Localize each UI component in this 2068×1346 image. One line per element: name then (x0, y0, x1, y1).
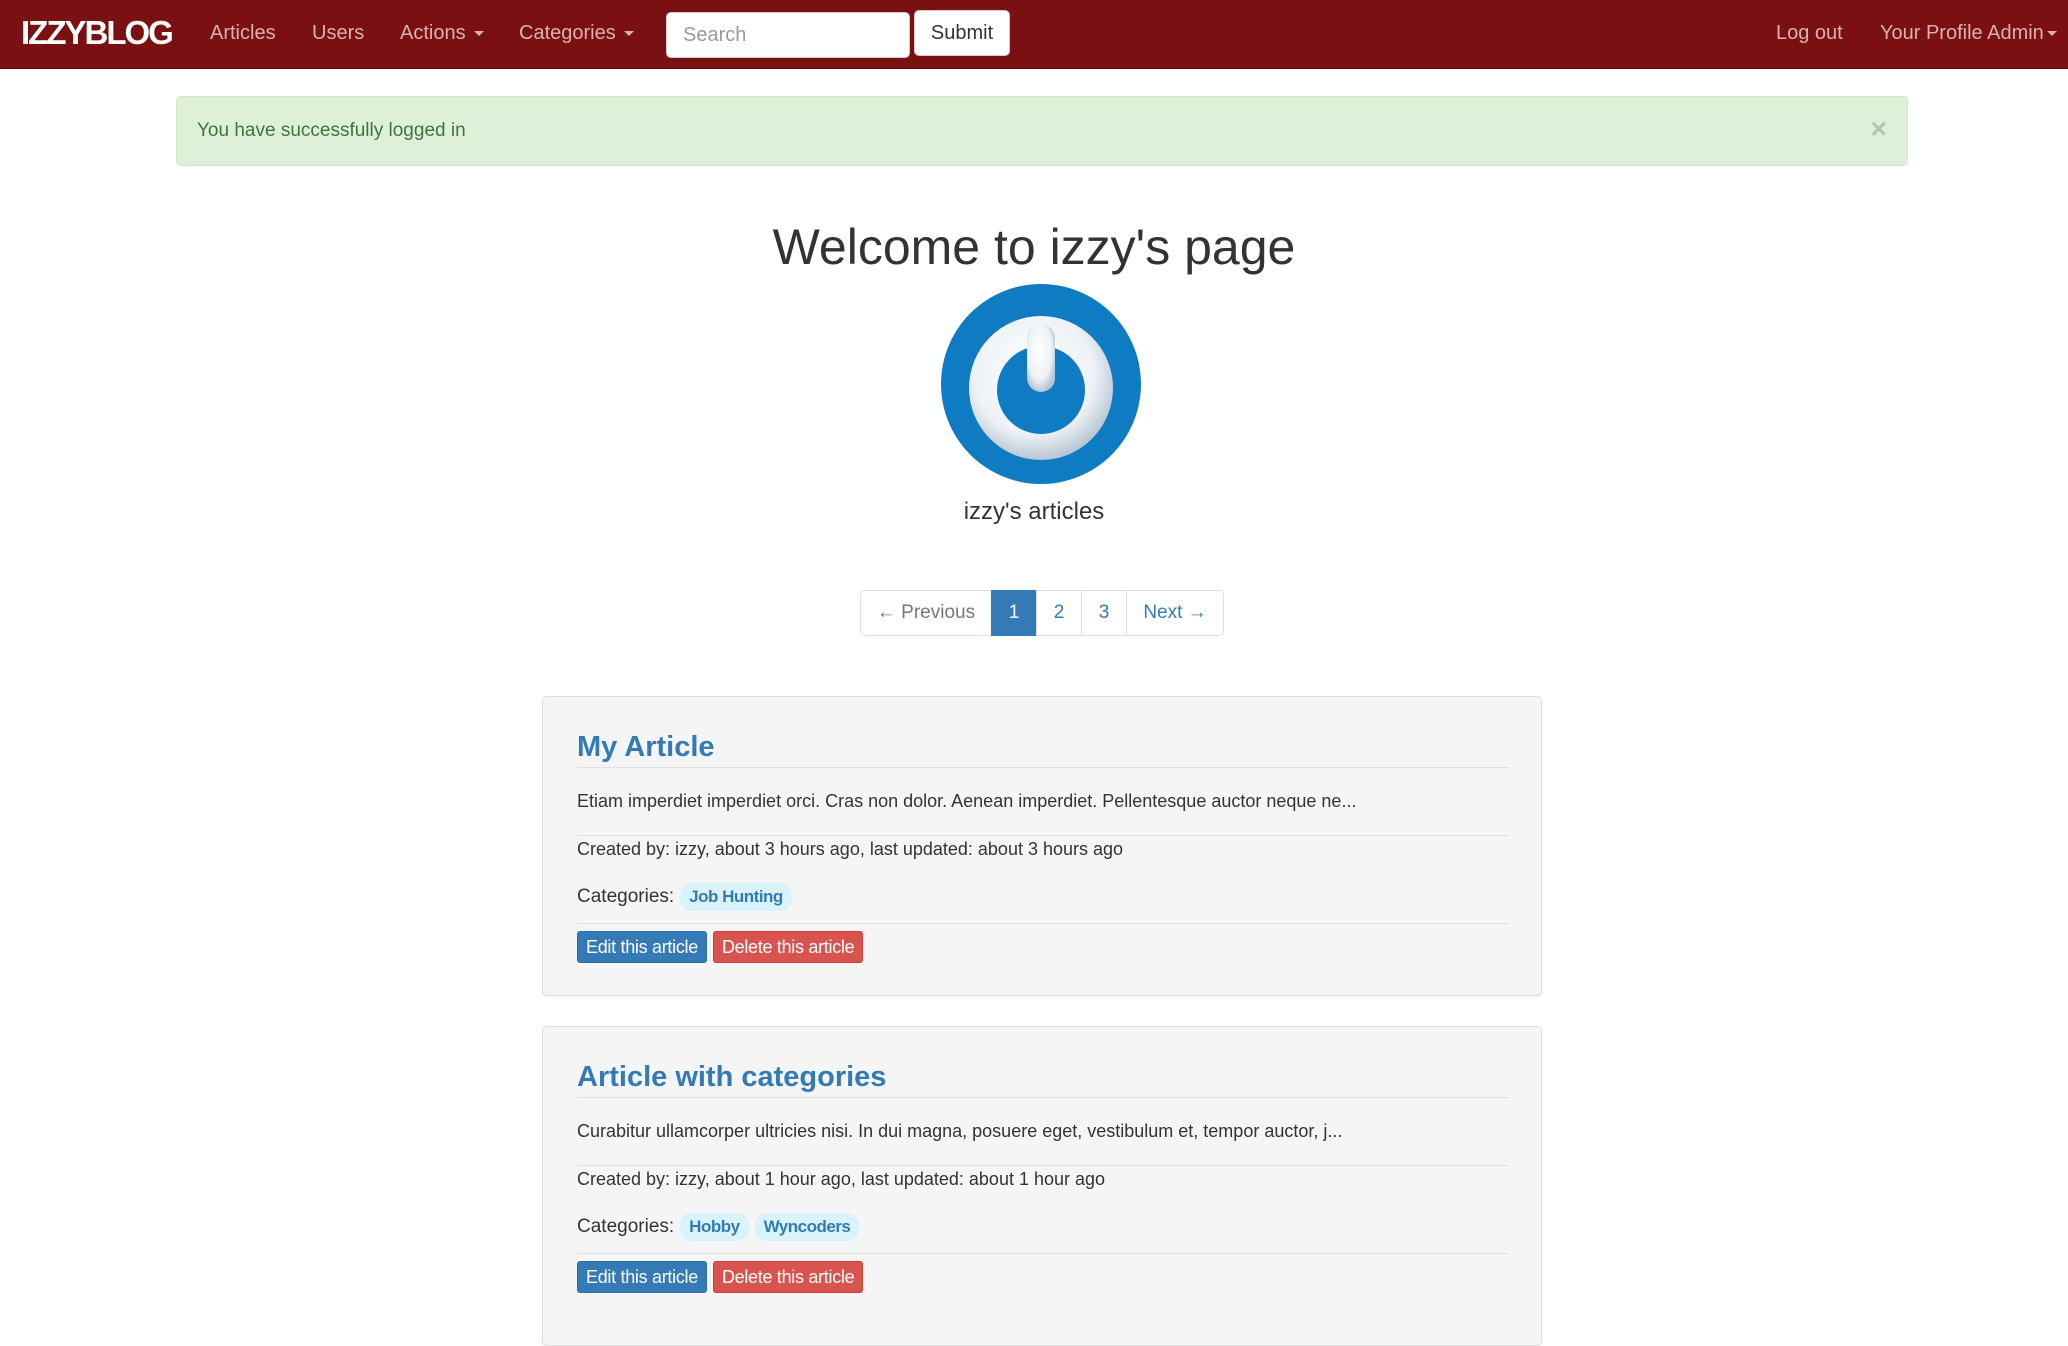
article-meta: Created by: izzy, about 1 hour ago, last… (577, 1169, 1106, 1189)
pagination-page-3[interactable]: 3 (1081, 590, 1127, 636)
article-title-link[interactable]: My Article (577, 731, 715, 764)
search-submit-button[interactable]: Submit (914, 10, 1010, 56)
search-input[interactable] (666, 12, 910, 58)
article-excerpt: Etiam imperdiet imperdiet orci. Cras non… (577, 791, 1357, 811)
nav-categories-label: Categories (519, 22, 616, 44)
divider (577, 923, 1509, 924)
article-categories: Categories: Job Hunting (577, 883, 792, 911)
article-meta: Created by: izzy, about 3 hours ago, las… (577, 839, 1124, 859)
delete-article-button[interactable]: Delete this article (712, 1261, 864, 1293)
divider (577, 767, 1509, 768)
articles-subtitle: izzy's articles (963, 498, 1105, 525)
delete-article-button[interactable]: Delete this article (712, 931, 864, 963)
article-categories: Categories: Hobby Wyncoders (577, 1213, 860, 1241)
categories-label: Categories: (577, 886, 675, 907)
top-navbar: IZZYBLOG Articles Users Actions Categori… (0, 0, 2068, 69)
divider (577, 835, 1509, 836)
pagination-previous[interactable]: ← Previous (860, 590, 992, 636)
alert-message: You have successfully logged in (197, 120, 466, 141)
chevron-down-icon (2046, 31, 2057, 37)
nav-categories-dropdown[interactable]: Categories (519, 22, 634, 45)
nav-users-link[interactable]: Users (312, 22, 364, 45)
divider (577, 1097, 1509, 1098)
power-logo-avatar-icon (941, 284, 1141, 484)
logout-link[interactable]: Log out (1776, 22, 1843, 45)
pagination-page-1[interactable]: 1 (991, 590, 1037, 636)
edit-article-button[interactable]: Edit this article (577, 1261, 707, 1293)
success-alert: You have successfully logged in × (176, 96, 1908, 166)
close-icon[interactable]: × (1871, 115, 1887, 143)
divider (577, 1253, 1509, 1254)
article-actions: Edit this article Delete this article (577, 1261, 869, 1293)
pagination-next[interactable]: Next → (1126, 590, 1224, 636)
nav-actions-dropdown[interactable]: Actions (400, 22, 484, 45)
nav-actions-label: Actions (400, 22, 466, 44)
pagination: ← Previous 1 2 3 Next → (860, 590, 1224, 636)
divider (577, 1165, 1509, 1166)
article-actions: Edit this article Delete this article (577, 931, 869, 963)
article-title-link[interactable]: Article with categories (577, 1061, 886, 1094)
categories-label: Categories: (577, 1216, 675, 1237)
pagination-page-2[interactable]: 2 (1036, 590, 1082, 636)
brand-logo[interactable]: IZZYBLOG (21, 14, 174, 52)
profile-label: Your Profile Admin (1880, 22, 2044, 44)
nav-articles-link[interactable]: Articles (210, 22, 276, 45)
article-card: My Article Etiam imperdiet imperdiet orc… (542, 696, 1542, 996)
chevron-down-icon (623, 31, 634, 37)
profile-dropdown[interactable]: Your Profile Admin (1880, 22, 2057, 45)
chevron-down-icon (473, 31, 484, 37)
edit-article-button[interactable]: Edit this article (577, 931, 707, 963)
category-badge[interactable]: Hobby (680, 1213, 749, 1241)
category-badge[interactable]: Wyncoders (754, 1213, 860, 1241)
page-title: Welcome to izzy's page (772, 219, 1296, 275)
article-excerpt: Curabitur ullamcorper ultricies nisi. In… (577, 1121, 1343, 1141)
article-card: Article with categories Curabitur ullamc… (542, 1026, 1542, 1346)
category-badge[interactable]: Job Hunting (680, 883, 792, 911)
